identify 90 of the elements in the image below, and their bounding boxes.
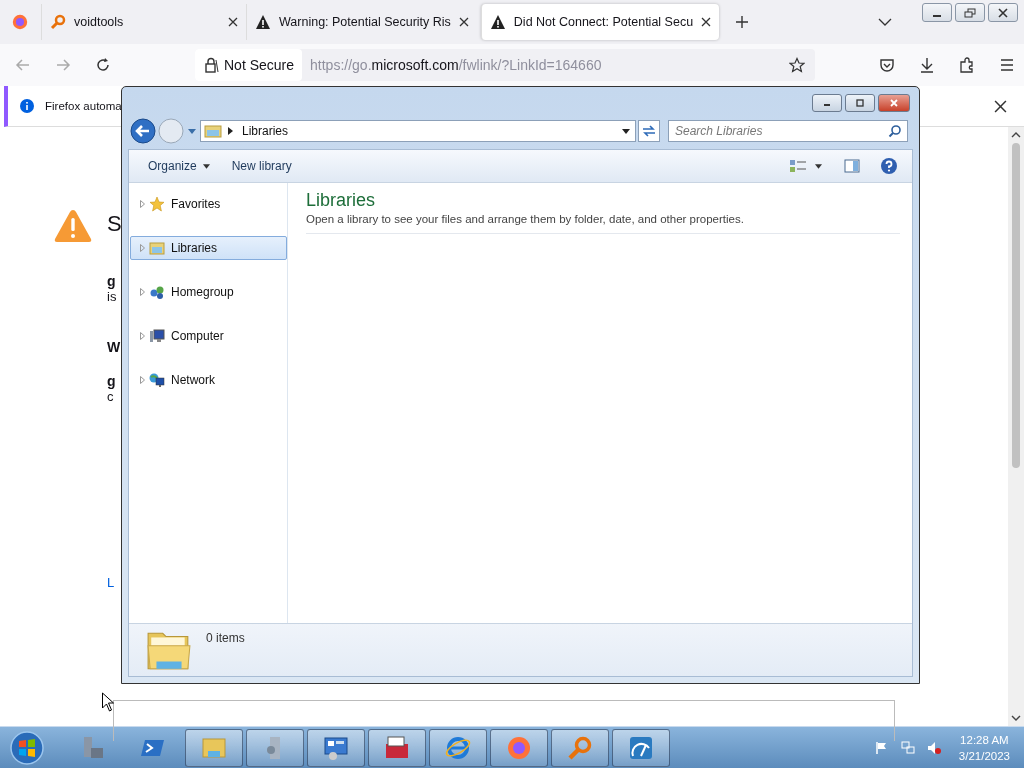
preview-pane-icon[interactable] [844, 159, 860, 173]
search-field[interactable]: Search Libraries [668, 120, 908, 142]
computer-icon [149, 328, 165, 344]
breadcrumb-arrow-icon [228, 127, 233, 135]
address-bar[interactable]: Libraries [200, 120, 636, 142]
refresh-button[interactable] [638, 120, 660, 142]
minimize-icon [933, 14, 941, 17]
warning-icon [255, 14, 271, 30]
restore-icon [963, 7, 977, 18]
menu-button[interactable]: Organize [139, 155, 219, 177]
page-text: g [107, 273, 116, 289]
network-icon[interactable] [900, 740, 915, 755]
page-text: is [107, 289, 117, 305]
taskbar-button[interactable] [551, 728, 609, 767]
page-link[interactable]: L [107, 575, 115, 591]
menu-icon[interactable] [999, 57, 1015, 73]
info-icon [19, 98, 35, 114]
url-bar[interactable]: Not Secure https://go.microsoft.com/fwlink/?LinkId=164660 [195, 49, 815, 81]
page-text: c [107, 389, 114, 405]
network-icon [149, 372, 165, 388]
scrollbar[interactable] [1008, 127, 1024, 726]
content-heading: Libraries [306, 189, 377, 211]
taskbar-button[interactable] [490, 728, 548, 767]
back-icon[interactable] [130, 118, 156, 144]
nav-item[interactable]: Computer [130, 324, 287, 348]
close-icon[interactable] [701, 17, 712, 27]
item-count: 0 items [206, 631, 245, 645]
lock-icon [203, 57, 219, 73]
cursor-icon [101, 692, 114, 712]
reload-icon[interactable] [95, 57, 111, 73]
plus-icon[interactable] [735, 15, 750, 29]
content-description: Open a library to see your files and arrange them by folder, date, and other properties. [306, 213, 900, 234]
browser-tab[interactable]: Did Not Connect: Potential Secu [480, 4, 720, 40]
nav-item[interactable]: Homegroup [130, 280, 287, 304]
refresh-icon [641, 124, 657, 138]
taskbar-button[interactable] [185, 728, 243, 767]
flag-icon[interactable] [874, 740, 889, 755]
close-icon [888, 99, 900, 107]
firefox-icon[interactable] [11, 13, 29, 31]
maximize-button[interactable] [845, 94, 875, 112]
library-folder-icon [204, 124, 222, 138]
taskbar-button[interactable] [307, 728, 365, 767]
dropdown-icon[interactable] [815, 163, 822, 169]
minimize-button[interactable] [812, 94, 842, 112]
page-text: W [107, 339, 121, 355]
url-text: https://go.microsoft.com/fwlink/?LinkId=164660 [310, 57, 602, 73]
notification-text: Firefox automa [45, 100, 122, 112]
help-icon[interactable] [880, 157, 898, 175]
close-button[interactable] [988, 3, 1018, 22]
page-text: g [107, 373, 116, 389]
scroll-up-icon[interactable] [1011, 132, 1021, 138]
taskbar-button[interactable] [368, 728, 426, 767]
browser-tab[interactable]: voidtools [41, 4, 246, 40]
minimize-button[interactable] [922, 3, 952, 22]
nav-item[interactable]: Network [130, 368, 287, 392]
star-icon [149, 196, 165, 212]
close-icon [996, 7, 1010, 18]
puzzle-icon[interactable] [959, 57, 975, 73]
taskbar-button[interactable] [612, 728, 670, 767]
warning-icon [489, 14, 506, 30]
page-text: S [107, 210, 122, 238]
expand-arrow-icon[interactable] [140, 288, 145, 296]
star-icon[interactable] [789, 57, 805, 73]
close-icon[interactable] [458, 17, 469, 27]
search-icon[interactable] [888, 124, 902, 138]
close-icon[interactable] [994, 99, 1007, 113]
browser-tab[interactable]: Warning: Potential Security Ris [246, 4, 477, 40]
view-options-icon[interactable] [789, 159, 807, 173]
chevron-icon[interactable] [878, 18, 892, 26]
start-button[interactable] [9, 729, 45, 766]
expand-arrow-icon[interactable] [140, 244, 145, 252]
homegroup-icon [149, 284, 165, 300]
expand-arrow-icon[interactable] [140, 332, 145, 340]
pocket-icon[interactable] [879, 57, 895, 73]
nav-item[interactable]: Favorites [130, 192, 287, 216]
magnifier-icon [50, 14, 66, 30]
security-indicator[interactable]: Not Secure [195, 49, 303, 81]
toolbar-button[interactable]: New library [222, 155, 301, 177]
taskbar-button[interactable] [246, 728, 304, 767]
speaker-muted-icon[interactable] [926, 740, 941, 755]
library-folder-icon [149, 240, 165, 256]
download-icon[interactable] [919, 57, 935, 73]
nav-item[interactable]: Libraries [130, 236, 287, 260]
maximize-icon [854, 99, 866, 107]
taskbar-button[interactable] [429, 728, 487, 767]
warning-icon [53, 208, 93, 244]
expand-arrow-icon[interactable] [140, 200, 145, 208]
expand-arrow-icon[interactable] [140, 376, 145, 384]
scroll-down-icon[interactable] [1011, 715, 1021, 721]
close-icon[interactable] [228, 17, 238, 27]
